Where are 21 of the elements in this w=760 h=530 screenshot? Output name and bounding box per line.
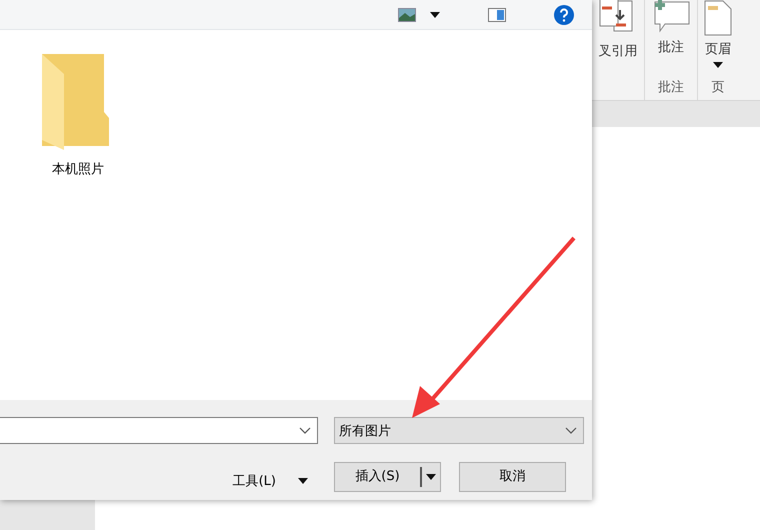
group-label: 批注 (658, 79, 684, 96)
insert-button[interactable]: 插入(S) (335, 467, 422, 487)
caret-icon (298, 478, 308, 484)
ribbon-button[interactable]: 批注 (651, 0, 691, 78)
chevron-icon (299, 426, 311, 434)
caret-icon[interactable] (426, 474, 436, 480)
help-icon[interactable] (554, 4, 574, 24)
file-name-field[interactable] (0, 417, 318, 444)
insert-split-button[interactable]: 插入(S) (334, 462, 441, 492)
chevron-icon (565, 426, 577, 434)
cancel-button[interactable]: 取消 (459, 462, 566, 492)
caret-icon (713, 62, 723, 68)
caret-icon[interactable] (430, 12, 440, 18)
image-icon[interactable] (398, 8, 416, 22)
folder-label[interactable]: 本机照片 (52, 160, 104, 178)
ribbon-button[interactable]: 叉引用 (598, 0, 638, 78)
group-label: 页 (712, 79, 724, 96)
file-type-dropdown[interactable]: 所有图片 (334, 417, 584, 444)
ribbon-button[interactable]: 页眉 (704, 0, 732, 78)
tools-button[interactable]: 工具(L) (232, 472, 308, 490)
preview-pane-icon[interactable] (488, 8, 506, 22)
